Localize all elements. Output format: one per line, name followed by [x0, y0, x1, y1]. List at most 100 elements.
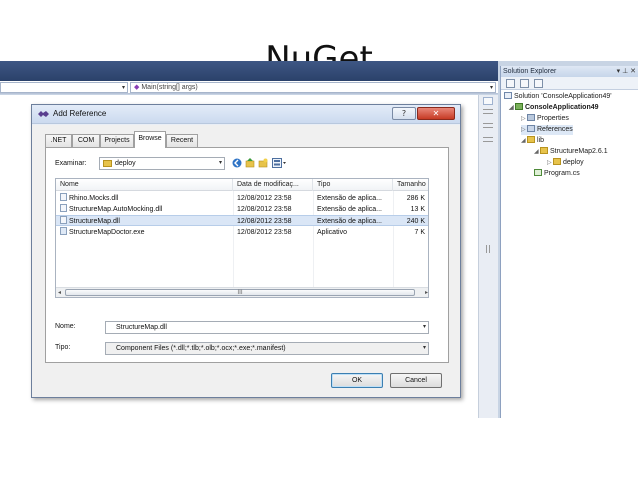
folder-icon — [527, 136, 535, 143]
tree-item-label: lib — [537, 137, 545, 144]
cancel-button[interactable]: Cancel — [390, 373, 442, 388]
window-buttons[interactable]: ▾ ⊥ ✕ — [617, 66, 636, 77]
grip-icon — [483, 123, 493, 128]
tab-projects[interactable]: Projects — [100, 134, 134, 147]
file-name-cell: StructureMap.AutoMocking.dll — [60, 204, 232, 215]
project-icon — [515, 103, 523, 110]
tree-item-label: References — [537, 126, 573, 133]
views-menu-icon[interactable] — [272, 158, 286, 168]
type-combo[interactable]: ▾ — [0, 82, 128, 93]
scroll-left-icon[interactable]: ◂ — [58, 289, 61, 296]
tree-item-structuremap[interactable]: ◢ StructureMap2.6.1 — [534, 147, 608, 157]
look-in-label: Examinar: — [55, 160, 87, 167]
file-date: 12/08/2012 23:58 — [237, 206, 292, 213]
solution-explorer-title: Solution Explorer — [503, 68, 557, 75]
tree-item-references[interactable]: ▷ References — [521, 125, 573, 135]
grip-icon — [483, 137, 493, 142]
exe-file-icon — [60, 227, 67, 235]
column-size[interactable]: Tamanho — [393, 179, 428, 191]
tree-item-label: Program.cs — [544, 170, 580, 177]
file-type: Extensão de aplica... — [317, 206, 382, 213]
tree-item-project[interactable]: ◢ ConsoleApplication49 — [509, 103, 599, 113]
solution-explorer-title-bar: Solution Explorer ▾ ⊥ ✕ — [501, 66, 638, 77]
dialog-title-bar: Add Reference ? ✕ — [32, 105, 460, 124]
scroll-thumb[interactable]: III — [65, 289, 415, 296]
column-date[interactable]: Data de modificaç... — [233, 179, 313, 191]
dll-file-icon — [60, 193, 67, 201]
solution-explorer-toolbar — [501, 77, 638, 90]
chevron-down-icon: ▾ — [489, 85, 493, 91]
tree-item-label: deploy — [563, 159, 584, 166]
file-name: StructureMapDoctor.exe — [69, 229, 145, 236]
file-row[interactable]: StructureMapDoctor.exe 12/08/2012 23:58 … — [56, 227, 428, 238]
look-in-dropdown[interactable]: deploy ▾ — [99, 157, 225, 170]
back-icon[interactable] — [232, 158, 242, 168]
editor-tab-strip — [0, 61, 498, 81]
chevron-down-icon: ▾ — [422, 345, 426, 351]
method-icon: ◆ — [134, 84, 140, 91]
file-list[interactable]: Nome Data de modificaç... Tipo Tamanho ^… — [55, 178, 429, 298]
refresh-icon[interactable] — [534, 79, 543, 88]
file-list-header: Nome Data de modificaç... Tipo Tamanho ^ — [56, 178, 428, 191]
tab-browse[interactable]: Browse — [134, 131, 166, 148]
close-button[interactable]: ✕ — [417, 107, 455, 120]
dll-file-icon — [60, 204, 67, 212]
properties-icon[interactable] — [506, 79, 515, 88]
tab-recent[interactable]: Recent — [166, 134, 198, 147]
tree-item-lib[interactable]: ◢ lib — [521, 136, 544, 146]
vs-screenshot: ▾ ◆ Main(string[] args) ▾ Solution Explo… — [0, 61, 638, 418]
sort-arrow-icon: ^ — [142, 178, 148, 183]
file-row[interactable]: StructureMap.AutoMocking.dll 12/08/2012 … — [56, 204, 428, 215]
chevron-down-icon: ▾ — [218, 160, 222, 166]
file-row-selected[interactable]: StructureMap.dll 12/08/2012 23:58 Extens… — [56, 215, 428, 226]
member-combo-value: Main(string[] args) — [141, 84, 198, 91]
file-type: Extensão de aplica... — [317, 195, 382, 202]
horizontal-scrollbar[interactable]: ◂ III ▸ — [56, 287, 428, 297]
new-folder-icon[interactable] — [258, 158, 268, 168]
help-button[interactable]: ? — [392, 107, 416, 120]
tree-item-label: ConsoleApplication49 — [525, 104, 599, 111]
up-folder-icon[interactable] — [245, 158, 255, 168]
properties-folder-icon — [527, 114, 535, 121]
editor-navigation-bar: ▾ ◆ Main(string[] args) ▾ — [0, 81, 498, 94]
tree-item-program[interactable]: Program.cs — [534, 169, 580, 179]
add-reference-dialog: Add Reference ? ✕ .NET COM Projects Brow… — [31, 104, 461, 398]
folder-icon — [540, 147, 548, 154]
file-name-cell: StructureMapDoctor.exe — [60, 227, 232, 238]
tab-dotnet[interactable]: .NET — [45, 134, 72, 147]
split-icon[interactable] — [483, 97, 493, 105]
grip-icon — [483, 109, 493, 114]
file-type: Aplicativo — [317, 229, 347, 236]
solution-icon — [504, 92, 512, 99]
member-combo[interactable]: ◆ Main(string[] args) ▾ — [130, 82, 496, 93]
csharp-file-icon — [534, 169, 542, 176]
tab-com[interactable]: COM — [72, 134, 100, 147]
scroll-right-icon[interactable]: ▸ — [425, 289, 428, 296]
editor-scrollbar[interactable] — [478, 95, 498, 418]
browse-panel: Examinar: deploy ▾ Nome Data de modifica… — [45, 147, 449, 363]
file-type-label: Tipo: — [55, 344, 71, 351]
file-name-label: Nome: — [55, 323, 76, 330]
file-row[interactable]: Rhino.Mocks.dll 12/08/2012 23:58 Extensã… — [56, 193, 428, 204]
file-date: 12/08/2012 23:58 — [237, 229, 292, 236]
references-folder-icon — [527, 125, 535, 132]
file-type-dropdown[interactable]: Component Files (*.dll;*.tlb;*.olb;*.ocx… — [105, 342, 429, 355]
chevron-down-icon: ▾ — [121, 84, 125, 91]
tree-item-properties[interactable]: ▷ Properties — [521, 114, 569, 124]
grip-icon — [486, 245, 490, 253]
folder-icon — [103, 160, 112, 167]
file-name-input[interactable]: StructureMap.dll ▾ — [105, 321, 429, 334]
file-name-input-value: StructureMap.dll — [116, 324, 167, 331]
file-name: StructureMap.AutoMocking.dll — [69, 206, 163, 213]
dialog-body: .NET COM Projects Browse Recent Examinar… — [32, 125, 460, 397]
file-type: Extensão de aplica... — [317, 218, 382, 225]
visual-studio-icon — [38, 111, 49, 117]
tree-item-deploy[interactable]: ▷ deploy — [547, 158, 584, 168]
column-type[interactable]: Tipo — [313, 179, 393, 191]
dll-file-icon — [60, 216, 67, 224]
ok-button[interactable]: OK — [331, 373, 383, 388]
folder-icon — [553, 158, 561, 165]
show-all-files-icon[interactable] — [520, 79, 529, 88]
file-date: 12/08/2012 23:58 — [237, 195, 292, 202]
tree-item-solution[interactable]: Solution 'ConsoleApplication49' — [504, 92, 612, 102]
